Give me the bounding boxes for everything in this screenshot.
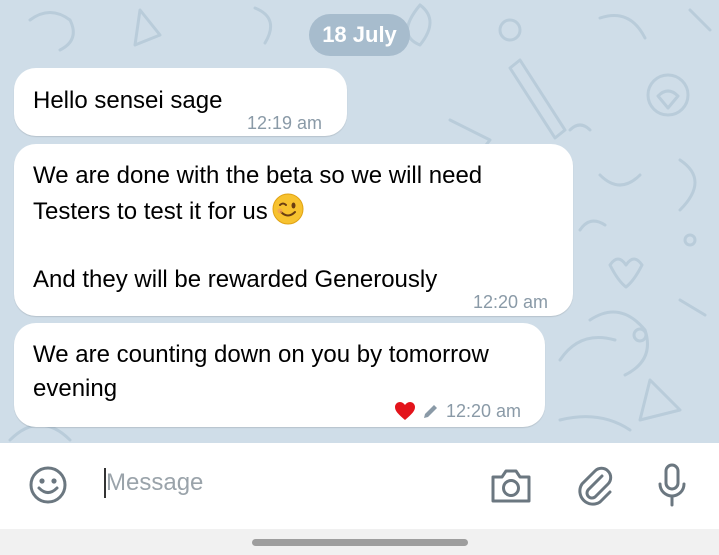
message-time: 12:20 am bbox=[446, 401, 522, 421]
message-time: 12:19 am bbox=[247, 113, 323, 133]
message-input-bar bbox=[0, 443, 719, 529]
red-heart-icon[interactable] bbox=[394, 401, 416, 421]
smiley-icon bbox=[29, 466, 67, 504]
date-chip: 18 July bbox=[309, 14, 410, 56]
message-bubble[interactable]: Hello sensei sage 12:19 am bbox=[14, 68, 347, 136]
message-bubble[interactable]: We are done with the beta so we will nee… bbox=[14, 144, 573, 316]
home-gesture-handle[interactable] bbox=[252, 539, 468, 546]
attach-button[interactable] bbox=[572, 461, 616, 507]
system-navigation-bar bbox=[0, 529, 719, 555]
message-time: 12:20 am bbox=[473, 292, 549, 312]
message-text: Hello sensei sage bbox=[33, 87, 223, 114]
chat-area[interactable]: 18 July Hello sensei sage 12:19 am We ar… bbox=[0, 0, 719, 443]
message-bubble[interactable]: We are counting down on you by tomorrow … bbox=[14, 323, 545, 427]
message-text: We are done with the beta so we will nee… bbox=[33, 162, 483, 293]
edited-pencil-icon bbox=[424, 405, 437, 418]
emoji-button[interactable] bbox=[26, 463, 70, 507]
winking-face-icon bbox=[272, 193, 304, 225]
paperclip-icon bbox=[578, 466, 613, 506]
message-input[interactable] bbox=[104, 465, 464, 501]
text-caret bbox=[104, 468, 106, 498]
message-meta: 12:20 am bbox=[394, 394, 521, 428]
voice-record-button[interactable] bbox=[654, 461, 690, 509]
microphone-icon bbox=[658, 463, 686, 507]
camera-button[interactable] bbox=[488, 463, 534, 507]
camera-icon bbox=[491, 469, 531, 503]
